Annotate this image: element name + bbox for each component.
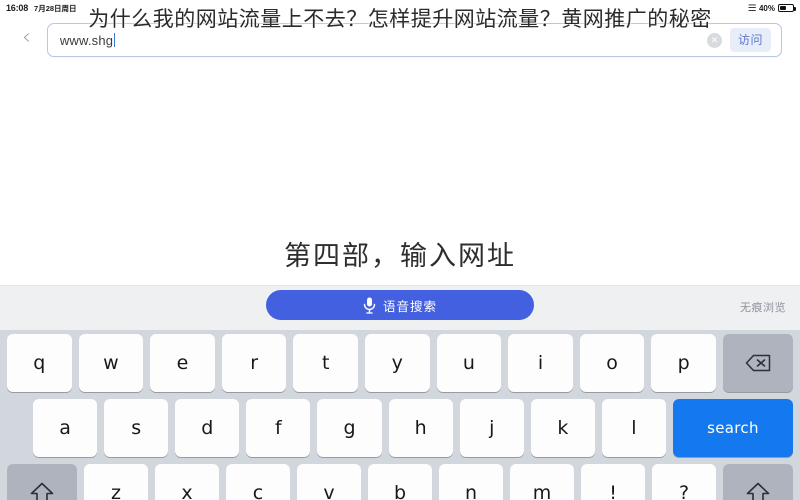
key-s-label: s: [131, 417, 142, 439]
key-e[interactable]: e: [150, 334, 215, 392]
key-w[interactable]: w: [78, 334, 144, 392]
key-b[interactable]: b: [368, 464, 432, 500]
key-k[interactable]: k: [530, 399, 595, 457]
key-a[interactable]: a: [33, 399, 98, 457]
key-exclamation-label: !: [609, 482, 617, 500]
key-h[interactable]: h: [388, 399, 453, 457]
incognito-label[interactable]: 无痕浏览: [740, 299, 786, 315]
battery-percent-label: 40%: [758, 3, 775, 13]
key-n-label: n: [464, 482, 478, 500]
status-date: 7月28日周日: [34, 3, 77, 13]
text-caret: [114, 32, 116, 47]
key-d[interactable]: d: [175, 399, 240, 457]
key-backspace[interactable]: [722, 334, 793, 392]
key-g-label: g: [343, 417, 356, 439]
url-input-value: www.shg: [59, 32, 114, 48]
key-q-label: q: [33, 352, 46, 374]
key-o[interactable]: o: [579, 334, 645, 392]
key-h-label: h: [414, 417, 427, 439]
key-search-label: search: [707, 419, 759, 437]
key-l-label: l: [631, 417, 637, 439]
key-r[interactable]: r: [221, 334, 287, 392]
status-bar: 16:08 7月28日周日 ☰ 40%: [0, 0, 800, 16]
url-input[interactable]: www.shg: [59, 32, 699, 48]
key-g[interactable]: g: [317, 399, 382, 457]
key-t-label: t: [321, 352, 330, 374]
status-bar-right: ☰ 40%: [747, 2, 796, 13]
key-v[interactable]: v: [297, 464, 361, 500]
key-u-label: u: [462, 352, 475, 374]
battery-icon: [778, 4, 796, 12]
key-f-label: f: [275, 417, 282, 439]
voice-search-label: 语音搜索: [382, 298, 437, 314]
key-w-label: w: [103, 352, 119, 374]
voice-search-button[interactable]: 语音搜索: [266, 290, 534, 320]
clear-circle-icon[interactable]: ✕: [706, 32, 722, 48]
key-o-label: o: [606, 352, 618, 374]
key-n[interactable]: n: [439, 464, 503, 500]
key-e-label: e: [176, 352, 189, 374]
key-x-label: x: [181, 482, 193, 500]
key-exclamation[interactable]: !: [581, 464, 645, 500]
key-d-label: d: [201, 417, 214, 439]
key-q[interactable]: q: [7, 334, 72, 392]
key-c[interactable]: c: [226, 464, 290, 500]
key-m-label: m: [532, 482, 552, 500]
key-s[interactable]: s: [104, 399, 169, 457]
keyboard-row-3: z x c v b n m!?: [3, 464, 797, 500]
key-l[interactable]: l: [601, 399, 666, 457]
shift-icon: [30, 482, 54, 500]
key-m[interactable]: m: [510, 464, 574, 500]
keyboard-row-1: qwertyuiop: [3, 334, 797, 392]
key-k-label: k: [557, 417, 569, 439]
key-t[interactable]: t: [293, 334, 358, 392]
key-search[interactable]: search: [672, 399, 793, 457]
signal-icon: ☰: [747, 2, 757, 13]
key-r-label: r: [250, 352, 259, 374]
key-y-label: y: [391, 352, 403, 374]
key-c-label: c: [252, 482, 264, 500]
status-time: 16:08: [6, 2, 29, 13]
page-content-area: 第四部，输入网址: [0, 64, 800, 285]
key-shift[interactable]: [723, 464, 793, 500]
key-f[interactable]: f: [246, 399, 311, 457]
key-i[interactable]: i: [508, 334, 573, 392]
key-j-label: j: [489, 417, 495, 439]
key-p-label: p: [677, 352, 690, 374]
microphone-icon: [363, 297, 376, 314]
key-p[interactable]: p: [651, 334, 716, 392]
shift-icon: [746, 482, 770, 500]
key-j[interactable]: j: [459, 399, 524, 457]
key-z-label: z: [111, 482, 121, 500]
key-question-label: ?: [678, 482, 690, 500]
battery-fill: [780, 6, 786, 10]
section-title: 第四部，输入网址: [284, 241, 516, 272]
key-i-label: i: [537, 352, 544, 374]
key-a-label: a: [59, 417, 71, 439]
phone-screen: 16:08 7月28日周日 ☰ 40% ‹ www.shg ✕ 访问 为什么我的…: [0, 0, 800, 500]
key-y[interactable]: y: [365, 334, 430, 392]
key-z[interactable]: z: [84, 464, 148, 500]
key-x[interactable]: x: [155, 464, 219, 500]
key-v-label: v: [323, 482, 335, 500]
status-bar-left: 16:08 7月28日周日: [6, 3, 77, 14]
key-shift[interactable]: [7, 464, 77, 500]
backspace-icon: [745, 354, 771, 372]
key-b-label: b: [393, 482, 407, 500]
key-u[interactable]: u: [436, 334, 502, 392]
on-screen-keyboard: q w e r t y u i o p a s d f g h j k l search z x c v b n m!?: [0, 330, 800, 500]
key-question[interactable]: ?: [652, 464, 716, 500]
keyboard-row-2: a s d f g h j k l search: [3, 399, 797, 457]
